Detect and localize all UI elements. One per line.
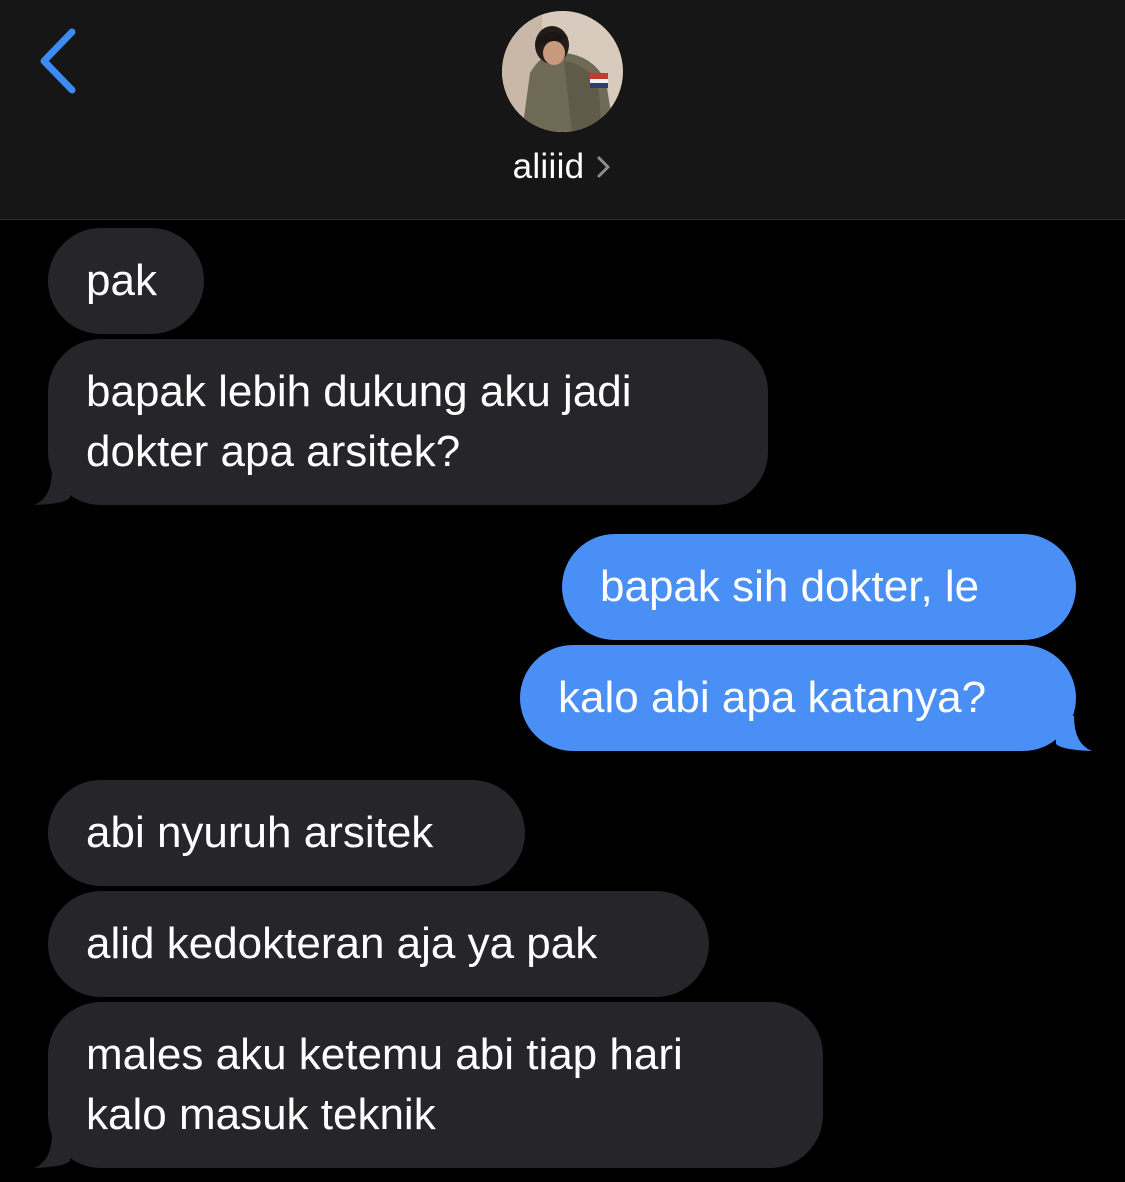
message-bubble-outgoing[interactable]: bapak sih dokter, le [562,534,1076,640]
bubble-tail [34,1133,70,1168]
contact-name-button[interactable]: aliiid [0,142,1125,192]
message-text: bapak lebih dukung aku jadi dokter apa a… [86,362,632,482]
bubble-tail [34,470,70,505]
chevron-right-icon [597,156,610,178]
back-chevron-icon[interactable] [34,26,84,96]
message-text: males aku ketemu abi tiap hari kalo masu… [86,1025,683,1145]
message-line: bapak lebih dukung aku jadi [86,367,632,416]
contact-avatar[interactable] [502,11,623,132]
message-bubble-incoming[interactable]: abi nyuruh arsitek [48,780,525,886]
message-line: males aku ketemu abi tiap hari [86,1030,683,1079]
message-text: kalo abi apa katanya? [558,673,987,722]
message-bubble-incoming[interactable]: males aku ketemu abi tiap hari kalo masu… [48,1002,823,1168]
message-bubble-incoming[interactable]: pak [48,228,204,334]
message-bubble-incoming[interactable]: bapak lebih dukung aku jadi dokter apa a… [48,339,768,505]
contact-name: aliiid [512,147,585,186]
message-text: abi nyuruh arsitek [86,808,434,857]
message-text: alid kedokteran aja ya pak [86,919,598,968]
conversation-header: aliiid [0,0,1125,220]
message-line: dokter apa arsitek? [86,427,461,476]
message-text: bapak sih dokter, le [600,562,980,611]
avatar-photo [502,11,623,132]
message-bubble-incoming[interactable]: alid kedokteran aja ya pak [48,891,709,997]
message-text: pak [86,256,157,305]
message-bubble-outgoing[interactable]: kalo abi apa katanya? [520,645,1076,751]
bubble-tail [1056,716,1092,751]
message-line: kalo masuk teknik [86,1090,436,1139]
